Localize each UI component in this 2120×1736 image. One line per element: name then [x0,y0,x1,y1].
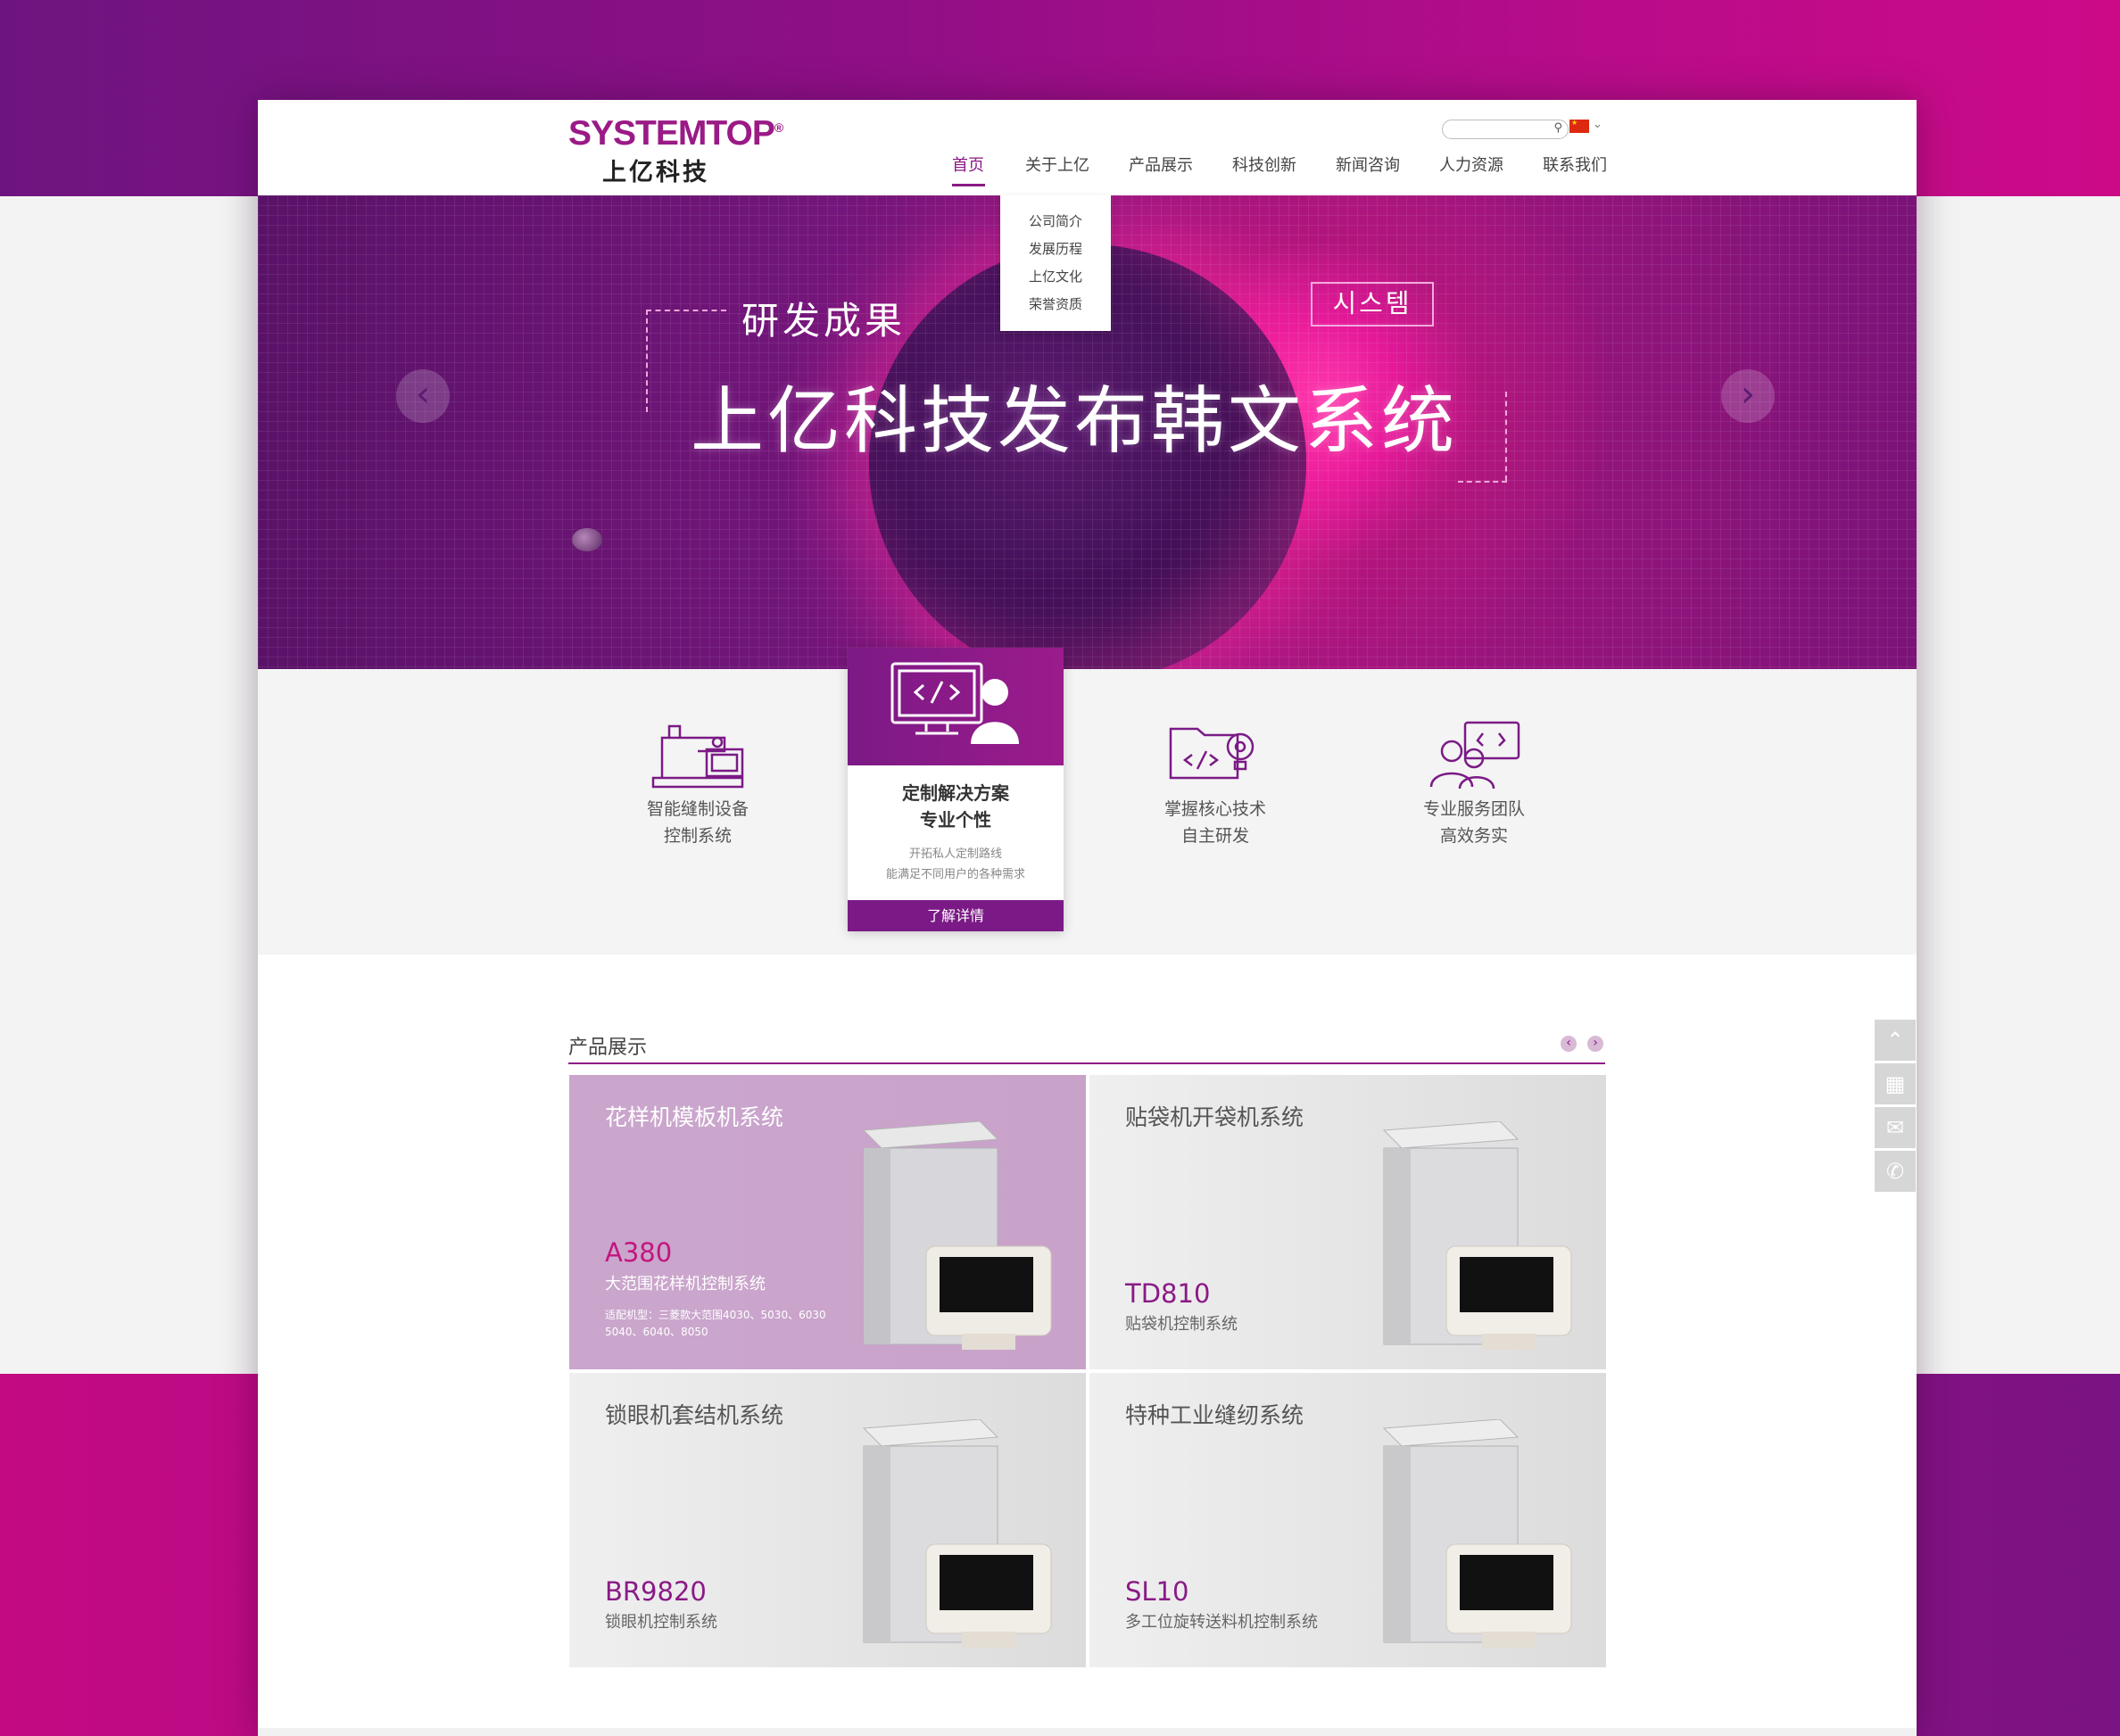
hero-subtitle: 研发成果 [741,299,907,343]
feature-label: 智能缝制设备 [646,799,749,819]
feature-label: 控制系统 [663,826,732,846]
featured-solution-card[interactable]: 定制解决方案 专业个性 开拓私人定制路线 能满足不同用户的各种需求 了解详情 [848,648,1064,931]
learn-more-button[interactable]: 了解详情 [848,900,1064,931]
feature-label: 掌握核心技术 [1164,799,1266,819]
feature-label: 自主研发 [1180,826,1249,846]
controller-device-image [1382,1419,1572,1648]
hero-title: 上亿科技发布韩文系统 [691,379,1459,464]
products-title-divider [568,1062,1605,1064]
featured-card-desc: 能满足不同用户的各种需求 [885,868,1025,881]
china-flag-icon[interactable]: ★ [1569,119,1589,133]
products-section-title: 产品展示 [568,1037,648,1059]
moon-graphic [572,528,602,551]
up-arrow-icon[interactable]: ⌃ [1875,1020,1916,1061]
product-card[interactable]: 贴袋机开袋机系统 TD810 贴袋机控制系统 [1089,1075,1606,1369]
products-prev-button[interactable]: ‹ [1561,1036,1577,1052]
main-nav: 首页 关于上亿 产品展示 科技创新 新闻咨询 人力资源 联系我们 [952,149,1609,186]
phone-icon[interactable]: ✆ [1875,1151,1916,1192]
nav-innovation[interactable]: 科技创新 [1232,149,1298,185]
nav-products[interactable]: 产品展示 [1129,149,1195,185]
nav-home[interactable]: 首页 [952,149,985,186]
product-note: 5040、6040、8050 [605,1326,708,1338]
hero-next-button[interactable]: › [1721,369,1775,423]
features-section: 智能缝制设备 控制系统 掌握核心技术 自主研发 专业服务团队 高效务实 [258,669,1917,955]
product-card[interactable]: 特种工业缝纫系统 SL10 多工位旋转送料机控制系统 [1089,1373,1606,1667]
feature-core-tech[interactable]: 掌握核心技术 自主研发 [1126,715,1304,849]
product-model: BR9820 [605,1576,707,1607]
dropdown-item-honors[interactable]: 荣誉资质 [1000,291,1111,318]
decor-line [1458,481,1507,483]
controller-device-image [862,1419,1052,1648]
mail-icon[interactable]: ✉ [1875,1107,1916,1148]
product-desc: 锁眼机控制系统 [605,1613,717,1632]
product-desc: 贴袋机控制系统 [1125,1315,1238,1334]
nav-contact[interactable]: 联系我们 [1543,149,1609,185]
products-next-button[interactable]: › [1587,1036,1603,1052]
search-input[interactable]: ⚲ [1442,120,1569,139]
side-toolbar: ⌃ ▦ ✉ ✆ [1875,1020,1916,1195]
decor-line [646,310,726,311]
product-title: 贴袋机开袋机系统 [1125,1104,1304,1130]
product-desc: 多工位旋转送料机控制系统 [1125,1613,1318,1632]
about-dropdown-menu: 公司简介 发展历程 上亿文化 荣誉资质 [1000,195,1111,331]
product-card[interactable]: 花样机模板机系统 A380 大范围花样机控制系统 适配机型：三菱款大范围4030… [569,1075,1086,1369]
team-code-icon [1429,721,1520,789]
chevron-down-icon[interactable]: ⌄ [1593,118,1602,131]
dropdown-item-history[interactable]: 发展历程 [1000,236,1111,263]
decor-line [646,310,648,412]
product-title: 锁眼机套结机系统 [605,1402,784,1428]
product-model: A380 [605,1237,673,1268]
controller-device-image [862,1121,1052,1350]
featured-card-title: 定制解决方案 [902,782,1009,804]
product-desc: 大范围花样机控制系统 [605,1275,766,1294]
decor-line [1505,392,1507,481]
hero-tag: 시스템 [1311,282,1434,327]
search-icon[interactable]: ⚲ [1553,121,1562,135]
controller-device-image [1382,1121,1572,1350]
footer-band [258,1728,1917,1736]
qr-code-icon[interactable]: ▦ [1875,1063,1916,1104]
logo-text-cn: 上亿科技 [602,159,709,186]
nav-hr[interactable]: 人力资源 [1439,149,1505,185]
feature-label: 高效务实 [1439,826,1508,846]
dropdown-item-profile[interactable]: 公司简介 [1000,208,1111,236]
featured-card-subtitle: 专业个性 [920,809,991,831]
nav-news[interactable]: 新闻咨询 [1336,149,1402,185]
feature-label: 专业服务团队 [1422,799,1525,819]
dropdown-item-culture[interactable]: 上亿文化 [1000,263,1111,291]
logo[interactable]: SYSTEMTOP® 上亿科技 [568,114,783,186]
feature-sewing[interactable]: 智能缝制设备 控制系统 [609,715,787,849]
product-model: TD810 [1125,1278,1211,1309]
monitor-code-user-icon [890,662,1019,744]
nav-about[interactable]: 关于上亿 [1025,149,1091,185]
product-note: 适配机型：三菱款大范围4030、5030、6030 [605,1309,826,1321]
product-title: 特种工业缝纫系统 [1125,1402,1304,1428]
featured-card-header [848,648,1064,765]
sewing-machine-icon [651,724,744,789]
website-frame: SYSTEMTOP® 上亿科技 ⚲ ★ ⌄ 首页 关于上亿 产品展示 科技创新 … [258,100,1917,1736]
hero-prev-button[interactable]: ‹ [396,369,450,423]
product-title: 花样机模板机系统 [605,1104,784,1130]
product-card[interactable]: 锁眼机套结机系统 BR9820 锁眼机控制系统 [569,1373,1086,1667]
feature-team[interactable]: 专业服务团队 高效务实 [1385,715,1563,849]
featured-card-desc: 开拓私人定制路线 [908,847,1002,861]
code-folder-gear-icon [1169,727,1255,780]
header: SYSTEMTOP® 上亿科技 ⚲ ★ ⌄ 首页 关于上亿 产品展示 科技创新 … [258,100,1917,195]
product-model: SL10 [1125,1576,1189,1607]
logo-text-en: SYSTEMTOP® [568,114,783,153]
